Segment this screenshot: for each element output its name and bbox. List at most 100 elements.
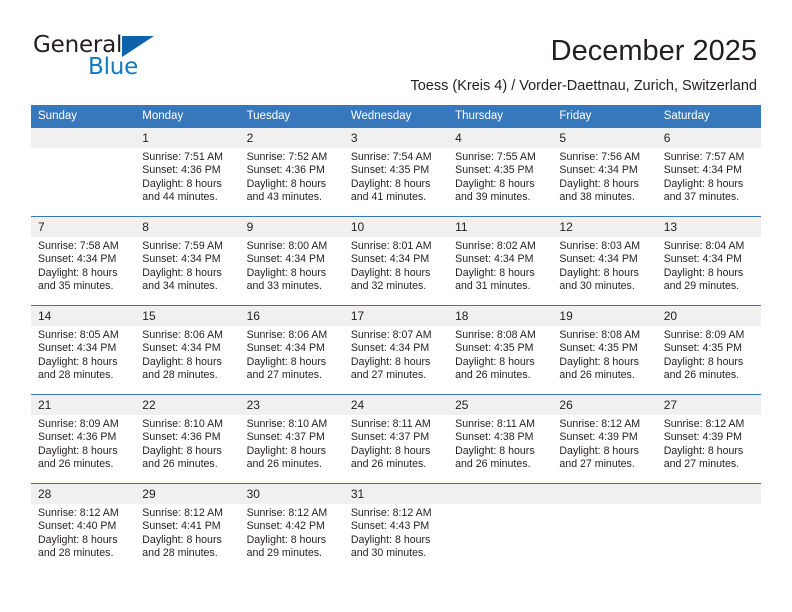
day-detail-line: Sunrise: 8:11 AM bbox=[455, 418, 536, 430]
day-detail-line: Sunset: 4:36 PM bbox=[246, 164, 325, 177]
day-cell-28[interactable]: 28 Sunrise: 8:12 AM Sunset: 4:40 PM Dayligh… bbox=[31, 483, 136, 572]
day-cell-7[interactable]: 7 Sunrise: 7:58 AM Sunset: 4:34 PM Daylight… bbox=[31, 216, 136, 306]
day-details: Sunrise: 8:10 AM Sunset: 4:36 PM Daylight:… bbox=[135, 415, 239, 472]
day-cell-20[interactable]: 20 Sunrise: 8:09 AM Sunset: 4:35 PM Dayligh… bbox=[656, 305, 761, 395]
day-cell-25[interactable]: 25 Sunrise: 8:11 AM Sunset: 4:38 PM Dayligh… bbox=[448, 394, 553, 484]
day-cell-empty bbox=[656, 483, 761, 572]
day-detail-line: Sunrise: 8:12 AM bbox=[246, 507, 328, 519]
day-detail-line: and 26 minutes. bbox=[455, 458, 531, 471]
day-cell-15[interactable]: 15 Sunrise: 8:06 AM Sunset: 4:34 PM Dayligh… bbox=[135, 305, 240, 395]
day-details: Sunrise: 8:07 AM Sunset: 4:34 PM Daylight:… bbox=[344, 326, 448, 383]
day-cell-6[interactable]: 6 Sunrise: 7:57 AM Sunset: 4:34 PM Daylight… bbox=[656, 128, 761, 217]
day-cell-24[interactable]: 24 Sunrise: 8:11 AM Sunset: 4:37 PM Dayligh… bbox=[343, 394, 449, 484]
day-detail-line: and 26 minutes. bbox=[455, 369, 531, 382]
day-detail-line: Daylight: 8 hours bbox=[663, 177, 744, 190]
day-detail-line: Daylight: 8 hours bbox=[455, 355, 535, 368]
day-cell-26[interactable]: 26 Sunrise: 8:12 AM Sunset: 4:39 PM Dayligh… bbox=[552, 394, 657, 484]
day-number: 1 bbox=[135, 128, 240, 148]
day-detail-line: and 26 minutes. bbox=[246, 458, 322, 471]
day-cell-19[interactable]: 19 Sunrise: 8:08 AM Sunset: 4:35 PM Dayligh… bbox=[552, 305, 657, 395]
day-cell-21[interactable]: 21 Sunrise: 8:09 AM Sunset: 4:36 PM Dayligh… bbox=[31, 394, 136, 484]
day-detail-line: and 33 minutes. bbox=[246, 280, 322, 293]
day-cell-22[interactable]: 22 Sunrise: 8:10 AM Sunset: 4:36 PM Dayligh… bbox=[135, 394, 240, 484]
day-cell-27[interactable]: 27 Sunrise: 8:12 AM Sunset: 4:39 PM Dayligh… bbox=[656, 394, 761, 484]
day-cell-8[interactable]: 8 Sunrise: 7:59 AM Sunset: 4:34 PM Daylight… bbox=[135, 216, 240, 306]
day-cell-5[interactable]: 5 Sunrise: 7:56 AM Sunset: 4:34 PM Daylight… bbox=[552, 128, 657, 217]
day-detail-line: Sunset: 4:37 PM bbox=[246, 431, 325, 444]
day-number bbox=[656, 484, 761, 504]
day-detail-line: Sunrise: 8:03 AM bbox=[559, 240, 641, 252]
day-details: Sunrise: 8:01 AM Sunset: 4:34 PM Daylight:… bbox=[344, 237, 448, 294]
day-cell-14[interactable]: 14 Sunrise: 8:05 AM Sunset: 4:34 PM Dayligh… bbox=[31, 305, 136, 395]
day-details: Sunrise: 7:56 AM Sunset: 4:34 PM Daylight:… bbox=[552, 148, 656, 205]
logo-text-blue: Blue bbox=[88, 54, 139, 80]
day-cell-30[interactable]: 30 Sunrise: 8:12 AM Sunset: 4:42 PM Dayligh… bbox=[239, 483, 344, 572]
weekday-header-wednesday: Wednesday bbox=[343, 105, 449, 128]
day-detail-line: Sunrise: 8:05 AM bbox=[38, 329, 119, 341]
day-details bbox=[448, 504, 552, 507]
day-detail-line: Sunset: 4:39 PM bbox=[559, 431, 638, 444]
day-detail-line: and 37 minutes. bbox=[663, 191, 740, 204]
day-number: 8 bbox=[135, 217, 240, 237]
day-detail-line: Daylight: 8 hours bbox=[455, 444, 535, 457]
day-number: 7 bbox=[31, 217, 136, 237]
day-cell-13[interactable]: 13 Sunrise: 8:04 AM Sunset: 4:34 PM Dayligh… bbox=[656, 216, 761, 306]
day-detail-line: Sunrise: 8:04 AM bbox=[663, 240, 745, 252]
day-detail-line: and 31 minutes. bbox=[455, 280, 531, 293]
day-details: Sunrise: 8:04 AM Sunset: 4:34 PM Daylight:… bbox=[657, 237, 761, 294]
day-number: 5 bbox=[552, 128, 657, 148]
day-detail-line: and 26 minutes. bbox=[142, 458, 218, 471]
day-cell-17[interactable]: 17 Sunrise: 8:07 AM Sunset: 4:34 PM Dayligh… bbox=[343, 305, 449, 395]
day-detail-line: and 27 minutes. bbox=[663, 458, 740, 471]
day-detail-line: Sunrise: 8:09 AM bbox=[38, 418, 119, 430]
day-details: Sunrise: 8:09 AM Sunset: 4:36 PM Daylight:… bbox=[31, 415, 135, 472]
day-detail-line: and 39 minutes. bbox=[455, 191, 531, 204]
day-detail-line: Sunset: 4:34 PM bbox=[559, 253, 638, 266]
day-cell-3[interactable]: 3 Sunrise: 7:54 AM Sunset: 4:35 PM Daylight… bbox=[343, 128, 449, 217]
day-cell-11[interactable]: 11 Sunrise: 8:02 AM Sunset: 4:34 PM Dayligh… bbox=[448, 216, 553, 306]
day-detail-line: Sunrise: 8:11 AM bbox=[350, 418, 431, 430]
day-number: 2 bbox=[239, 128, 344, 148]
day-cell-29[interactable]: 29 Sunrise: 8:12 AM Sunset: 4:41 PM Dayligh… bbox=[135, 483, 240, 572]
day-cell-18[interactable]: 18 Sunrise: 8:08 AM Sunset: 4:35 PM Dayligh… bbox=[448, 305, 553, 395]
day-detail-line: Daylight: 8 hours bbox=[142, 444, 222, 457]
day-number: 15 bbox=[135, 306, 240, 326]
day-detail-line: and 28 minutes. bbox=[142, 369, 218, 382]
day-number: 14 bbox=[31, 306, 136, 326]
day-detail-line: Sunrise: 8:06 AM bbox=[246, 329, 328, 341]
day-cell-2[interactable]: 2 Sunrise: 7:52 AM Sunset: 4:36 PM Daylight… bbox=[239, 128, 344, 217]
day-cell-12[interactable]: 12 Sunrise: 8:03 AM Sunset: 4:34 PM Dayligh… bbox=[552, 216, 657, 306]
day-detail-line: Sunset: 4:35 PM bbox=[559, 342, 638, 355]
day-detail-line: Sunrise: 7:51 AM bbox=[142, 151, 223, 163]
day-detail-line: Daylight: 8 hours bbox=[455, 177, 535, 190]
day-detail-line: Daylight: 8 hours bbox=[350, 177, 431, 190]
day-details: Sunrise: 8:11 AM Sunset: 4:37 PM Daylight:… bbox=[344, 415, 448, 472]
day-detail-line: Sunset: 4:34 PM bbox=[663, 253, 743, 266]
day-cell-9[interactable]: 9 Sunrise: 8:00 AM Sunset: 4:34 PM Daylight… bbox=[239, 216, 344, 306]
day-cell-23[interactable]: 23 Sunrise: 8:10 AM Sunset: 4:37 PM Dayligh… bbox=[239, 394, 344, 484]
day-detail-line: and 26 minutes. bbox=[350, 458, 427, 471]
day-detail-line: Sunset: 4:36 PM bbox=[142, 431, 221, 444]
day-number: 27 bbox=[656, 395, 761, 415]
day-details: Sunrise: 8:03 AM Sunset: 4:34 PM Daylight:… bbox=[552, 237, 656, 294]
day-cell-16[interactable]: 16 Sunrise: 8:06 AM Sunset: 4:34 PM Dayligh… bbox=[239, 305, 344, 395]
day-detail-line: Sunset: 4:38 PM bbox=[455, 431, 534, 444]
day-detail-line: Daylight: 8 hours bbox=[38, 444, 118, 457]
day-number: 12 bbox=[552, 217, 657, 237]
day-number: 28 bbox=[31, 484, 136, 504]
day-detail-line: Sunset: 4:34 PM bbox=[455, 253, 534, 266]
day-detail-line: Sunset: 4:34 PM bbox=[142, 342, 221, 355]
day-cell-1[interactable]: 1 Sunrise: 7:51 AM Sunset: 4:36 PM Daylight… bbox=[135, 128, 240, 217]
day-cell-10[interactable]: 10 Sunrise: 8:01 AM Sunset: 4:34 PM Dayligh… bbox=[343, 216, 449, 306]
day-detail-line: Daylight: 8 hours bbox=[663, 355, 744, 368]
calendar-week-row: 21 Sunrise: 8:09 AM Sunset: 4:36 PM Dayligh… bbox=[31, 394, 761, 484]
day-detail-line: Sunset: 4:35 PM bbox=[350, 164, 430, 177]
day-cell-31[interactable]: 31 Sunrise: 8:12 AM Sunset: 4:43 PM Dayligh… bbox=[343, 483, 449, 572]
day-cell-4[interactable]: 4 Sunrise: 7:55 AM Sunset: 4:35 PM Daylight… bbox=[448, 128, 553, 217]
day-number: 13 bbox=[656, 217, 761, 237]
day-detail-line: and 28 minutes. bbox=[142, 547, 218, 560]
generalblue-logo[interactable]: General Blue bbox=[33, 33, 243, 85]
day-detail-line: Sunrise: 8:10 AM bbox=[246, 418, 328, 430]
day-detail-line: Sunrise: 8:12 AM bbox=[559, 418, 641, 430]
day-detail-line: Sunset: 4:42 PM bbox=[246, 520, 325, 533]
